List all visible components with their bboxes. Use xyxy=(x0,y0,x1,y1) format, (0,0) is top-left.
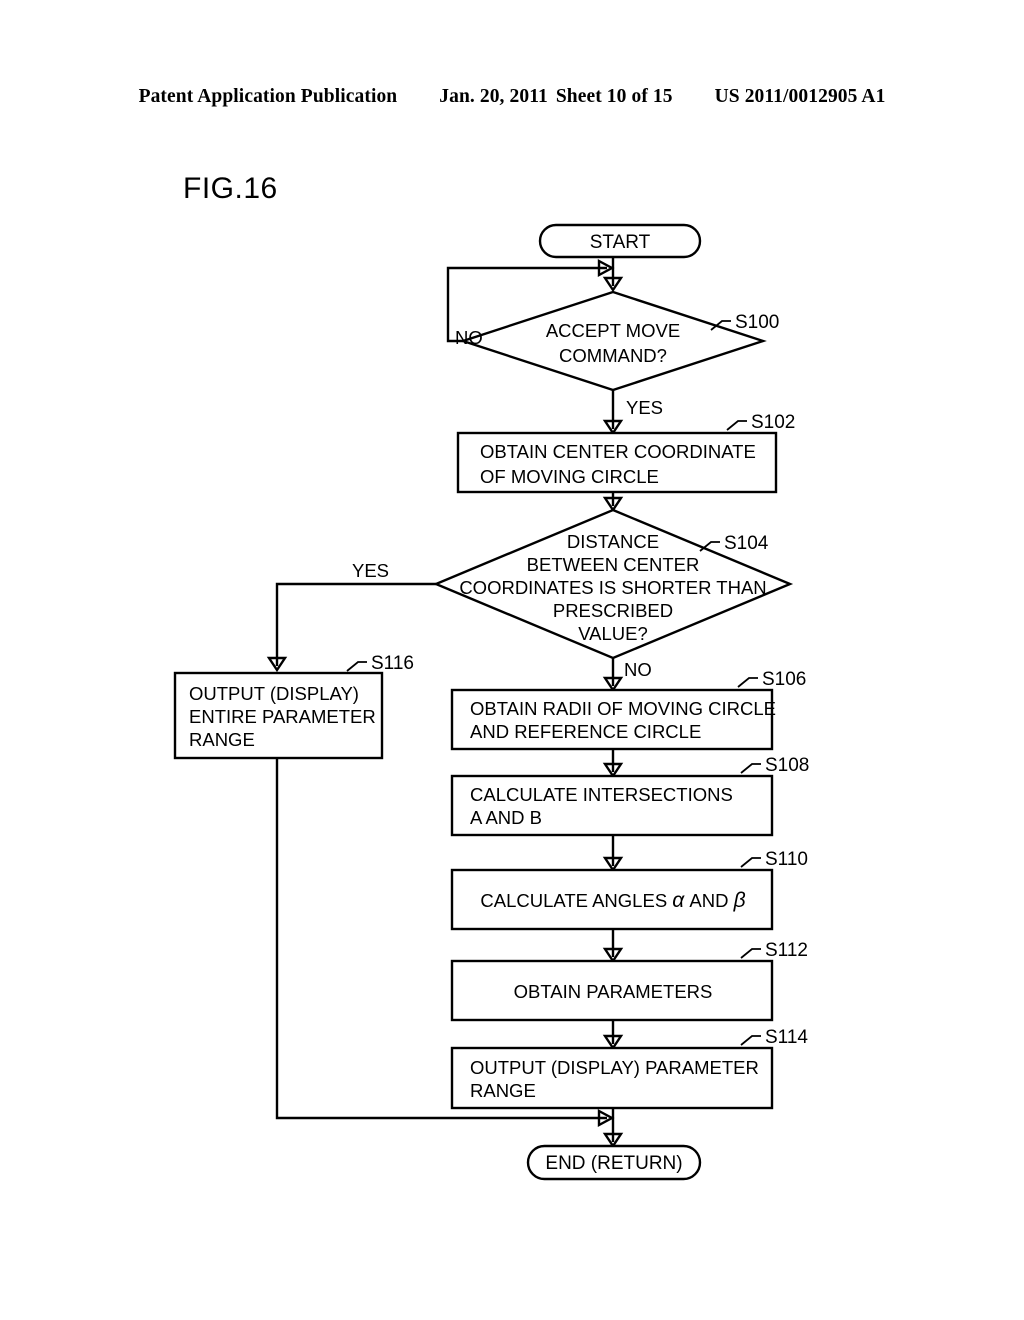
decision-s104-line-5: VALUE? xyxy=(578,623,648,644)
process-s110-line-1: CALCULATE ANGLES α AND β xyxy=(480,889,745,912)
end-terminal: END (RETURN) xyxy=(526,1144,702,1181)
process-s110: CALCULATE ANGLES α AND β xyxy=(450,868,774,931)
process-s114: OUTPUT (DISPLAY) PARAMETER RANGE xyxy=(450,1046,774,1110)
leader-s110 xyxy=(740,857,761,868)
patent-page: Patent Application Publication Jan. 20, … xyxy=(0,0,1024,1320)
leader-s102 xyxy=(726,420,747,431)
process-s110-middle: AND xyxy=(689,890,728,911)
decision-s100-line-1: ACCEPT MOVE xyxy=(546,320,680,341)
start-terminal-label: START xyxy=(590,232,651,253)
process-s116: OUTPUT (DISPLAY) ENTIRE PARAMETER RANGE xyxy=(173,671,384,760)
leader-s114 xyxy=(740,1035,761,1046)
process-s106-line-1: OBTAIN RADII OF MOVING CIRCLE xyxy=(470,698,776,719)
process-s116-line-1: OUTPUT (DISPLAY) xyxy=(189,683,359,704)
end-terminal-label: END (RETURN) xyxy=(545,1153,682,1174)
step-id-s114: S114 xyxy=(765,1027,808,1048)
branch-label-s104-no: NO xyxy=(624,659,652,680)
process-s116-line-3: RANGE xyxy=(189,729,255,750)
process-s102: OBTAIN CENTER COORDINATE OF MOVING CIRCL… xyxy=(456,431,778,494)
process-s102-line-1: OBTAIN CENTER COORDINATE xyxy=(480,441,756,462)
step-id-s106: S106 xyxy=(762,669,806,690)
decision-s100-line-2: COMMAND? xyxy=(559,345,667,366)
step-id-s116: S116 xyxy=(371,653,414,674)
process-s116-line-2: ENTIRE PARAMETER xyxy=(189,706,376,727)
process-s102-line-2: OF MOVING CIRCLE xyxy=(480,466,659,487)
process-s112: OBTAIN PARAMETERS xyxy=(450,959,774,1022)
step-id-s104: S104 xyxy=(724,533,769,554)
step-id-s110: S110 xyxy=(765,849,808,870)
decision-s104-line-4: PRESCRIBED xyxy=(553,600,673,621)
decision-s104-line-2: BETWEEN CENTER xyxy=(527,554,700,575)
step-id-s108: S108 xyxy=(765,755,809,776)
start-terminal: START xyxy=(538,223,702,259)
process-s112-line-1: OBTAIN PARAMETERS xyxy=(514,981,713,1002)
branch-label-s104-yes: YES xyxy=(352,560,389,581)
step-id-s112: S112 xyxy=(765,940,808,961)
decision-s104-line-3: COORDINATES IS SHORTER THAN xyxy=(459,577,766,598)
process-s108: CALCULATE INTERSECTIONS A AND B xyxy=(450,774,774,837)
process-s106: OBTAIN RADII OF MOVING CIRCLE AND REFERE… xyxy=(450,688,776,751)
step-id-s102: S102 xyxy=(751,412,795,433)
process-s106-line-2: AND REFERENCE CIRCLE xyxy=(470,721,701,742)
process-s110-prefix: CALCULATE ANGLES xyxy=(480,890,667,911)
branch-label-s100-no: NO xyxy=(455,327,483,348)
process-s108-line-2: A AND B xyxy=(470,807,542,828)
leader-s116 xyxy=(346,661,367,672)
process-s114-line-2: RANGE xyxy=(470,1080,536,1101)
process-s108-line-1: CALCULATE INTERSECTIONS xyxy=(470,784,733,805)
decision-s104-line-1: DISTANCE xyxy=(567,531,659,552)
decision-s100: ACCEPT MOVE COMMAND? xyxy=(459,290,767,392)
branch-label-s100-yes: YES xyxy=(626,397,663,418)
leader-s108 xyxy=(740,763,761,774)
leader-s112 xyxy=(740,948,761,959)
process-s110-greek-beta: β xyxy=(733,889,746,912)
leader-s106 xyxy=(737,677,758,688)
process-s114-line-1: OUTPUT (DISPLAY) PARAMETER xyxy=(470,1057,759,1078)
step-id-s100: S100 xyxy=(735,312,779,333)
flowchart-diagram: START ACCEPT MOVE COMMAND? S100 NO YES O… xyxy=(173,223,809,1181)
